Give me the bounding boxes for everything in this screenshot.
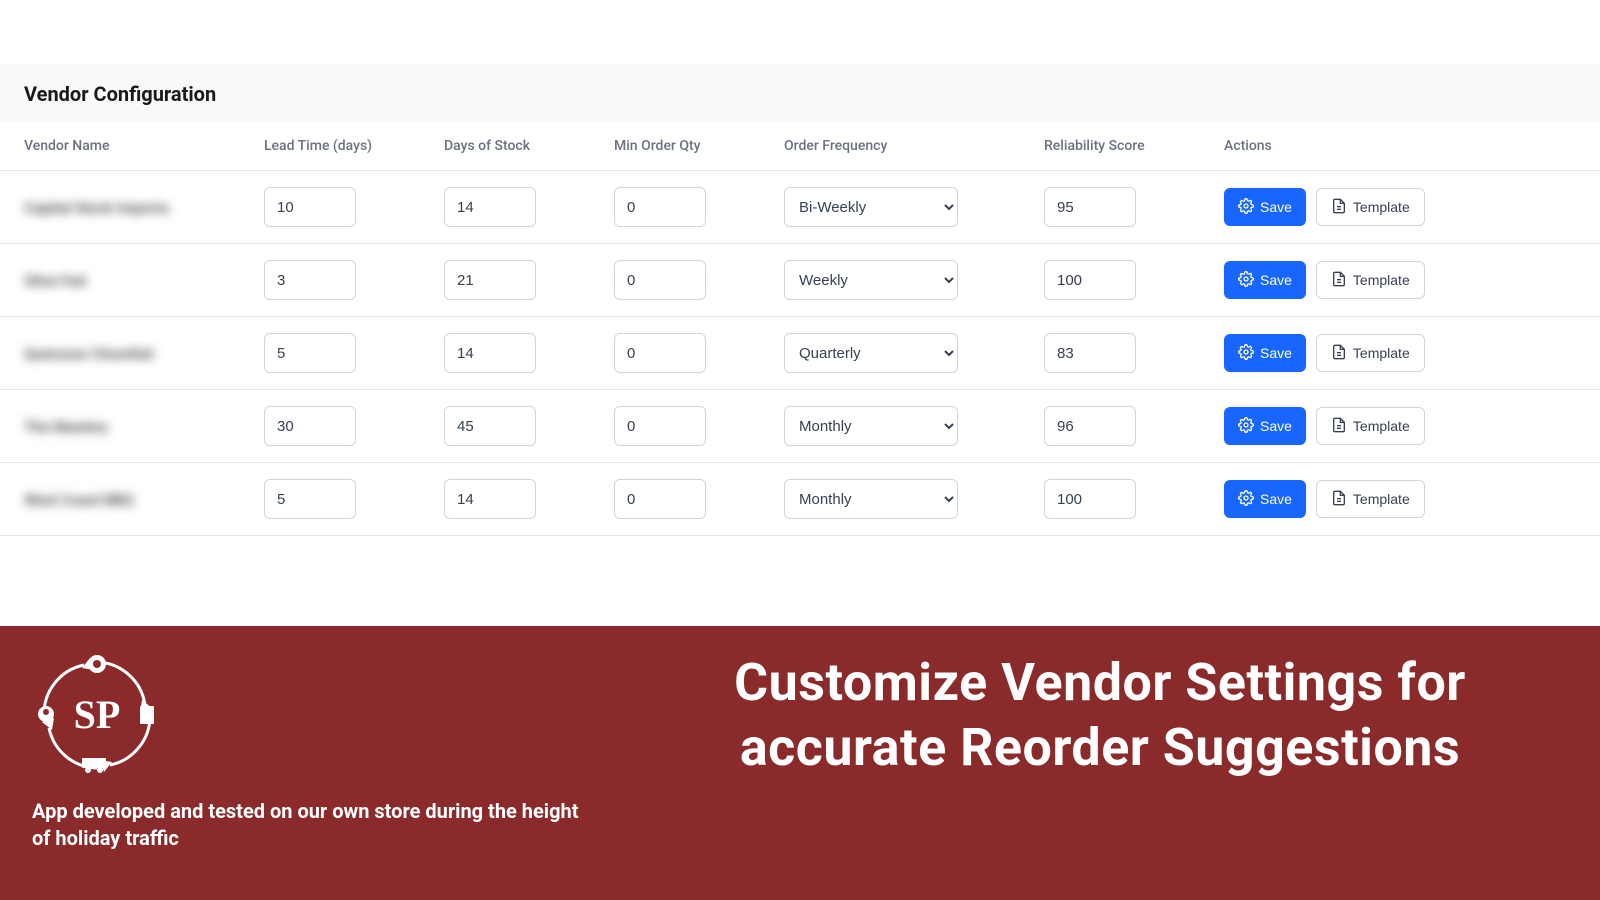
order-frequency-select[interactable]: Weekly — [784, 260, 958, 300]
gear-icon — [1238, 417, 1254, 436]
template-label: Template — [1353, 418, 1410, 434]
top-spacer — [0, 0, 1600, 64]
col-days-stock: Days of Stock — [420, 122, 590, 171]
col-lead-time: Lead Time (days) — [240, 122, 420, 171]
document-icon — [1331, 417, 1347, 436]
gear-icon — [1238, 344, 1254, 363]
order-frequency-select[interactable]: Monthly — [784, 479, 958, 519]
vendor-name-cell: The Mastery — [24, 418, 108, 436]
order-frequency-select[interactable]: Monthly — [784, 406, 958, 446]
save-label: Save — [1260, 199, 1292, 215]
reliability-score-input[interactable] — [1044, 479, 1136, 519]
min-order-input[interactable] — [614, 333, 706, 373]
template-button[interactable]: Template — [1316, 407, 1425, 445]
days-stock-input[interactable] — [444, 333, 536, 373]
save-button[interactable]: Save — [1224, 334, 1306, 372]
lead-time-input[interactable] — [264, 187, 356, 227]
document-icon — [1331, 344, 1347, 363]
template-button[interactable]: Template — [1316, 261, 1425, 299]
table-row: West Coast BBQ Monthly Save Template — [0, 463, 1600, 536]
document-icon — [1331, 271, 1347, 290]
table-row: Capital Stock Imports Bi-Weekly Save Templa… — [0, 171, 1600, 244]
col-vendor-name: Vendor Name — [0, 122, 240, 171]
template-label: Template — [1353, 491, 1410, 507]
template-button[interactable]: Template — [1316, 480, 1425, 518]
col-order-frequency: Order Frequency — [760, 122, 1020, 171]
vendor-name-cell: West Coast BBQ — [24, 491, 134, 509]
table-row: Quinnson Chorefed Quarterly Save Template — [0, 317, 1600, 390]
footer-headline: Customize Vendor Settings for accurate R… — [632, 650, 1568, 780]
footer-left: SP App developed and tested on our own s… — [32, 650, 592, 852]
vendor-table: Vendor Name Lead Time (days) Days of Sto… — [0, 122, 1600, 536]
template-label: Template — [1353, 199, 1410, 215]
table-row: Olive Fed Weekly Save Template — [0, 244, 1600, 317]
template-label: Template — [1353, 272, 1410, 288]
save-label: Save — [1260, 418, 1292, 434]
min-order-input[interactable] — [614, 260, 706, 300]
save-button[interactable]: Save — [1224, 188, 1306, 226]
gear-icon — [1238, 271, 1254, 290]
order-frequency-select[interactable]: Quarterly — [784, 333, 958, 373]
reliability-score-input[interactable] — [1044, 187, 1136, 227]
svg-text:SP: SP — [74, 692, 121, 737]
lead-time-input[interactable] — [264, 260, 356, 300]
days-stock-input[interactable] — [444, 479, 536, 519]
lead-time-input[interactable] — [264, 479, 356, 519]
reliability-score-input[interactable] — [1044, 406, 1136, 446]
sp-logo: SP — [32, 650, 162, 780]
reliability-score-input[interactable] — [1044, 260, 1136, 300]
days-stock-input[interactable] — [444, 187, 536, 227]
vendor-name-cell: Quinnson Chorefed — [24, 345, 153, 363]
panel-title: Vendor Configuration — [24, 82, 1576, 106]
template-button[interactable]: Template — [1316, 188, 1425, 226]
table-row: The Mastery Monthly Save Template — [0, 390, 1600, 463]
panel-header: Vendor Configuration — [0, 64, 1600, 122]
footer-right: Customize Vendor Settings for accurate R… — [632, 650, 1568, 780]
vendor-name-cell: Olive Fed — [24, 272, 86, 290]
save-label: Save — [1260, 345, 1292, 361]
save-button[interactable]: Save — [1224, 480, 1306, 518]
gear-icon — [1238, 490, 1254, 509]
save-button[interactable]: Save — [1224, 407, 1306, 445]
min-order-input[interactable] — [614, 187, 706, 227]
gear-icon — [1238, 198, 1254, 217]
save-label: Save — [1260, 491, 1292, 507]
template-button[interactable]: Template — [1316, 334, 1425, 372]
days-stock-input[interactable] — [444, 406, 536, 446]
lead-time-input[interactable] — [264, 406, 356, 446]
col-min-order: Min Order Qty — [590, 122, 760, 171]
footer-banner: SP App developed and tested on our own s… — [0, 626, 1600, 900]
min-order-input[interactable] — [614, 479, 706, 519]
min-order-input[interactable] — [614, 406, 706, 446]
col-reliability: Reliability Score — [1020, 122, 1200, 171]
template-label: Template — [1353, 345, 1410, 361]
document-icon — [1331, 198, 1347, 217]
col-actions: Actions — [1200, 122, 1600, 171]
vendor-name-cell: Capital Stock Imports — [24, 199, 169, 217]
days-stock-input[interactable] — [444, 260, 536, 300]
lead-time-input[interactable] — [264, 333, 356, 373]
vendor-table-wrap: Vendor Name Lead Time (days) Days of Sto… — [0, 122, 1600, 536]
document-icon — [1331, 490, 1347, 509]
save-label: Save — [1260, 272, 1292, 288]
save-button[interactable]: Save — [1224, 261, 1306, 299]
reliability-score-input[interactable] — [1044, 333, 1136, 373]
footer-tagline: App developed and tested on our own stor… — [32, 798, 592, 852]
table-header-row: Vendor Name Lead Time (days) Days of Sto… — [0, 122, 1600, 171]
order-frequency-select[interactable]: Bi-Weekly — [784, 187, 958, 227]
